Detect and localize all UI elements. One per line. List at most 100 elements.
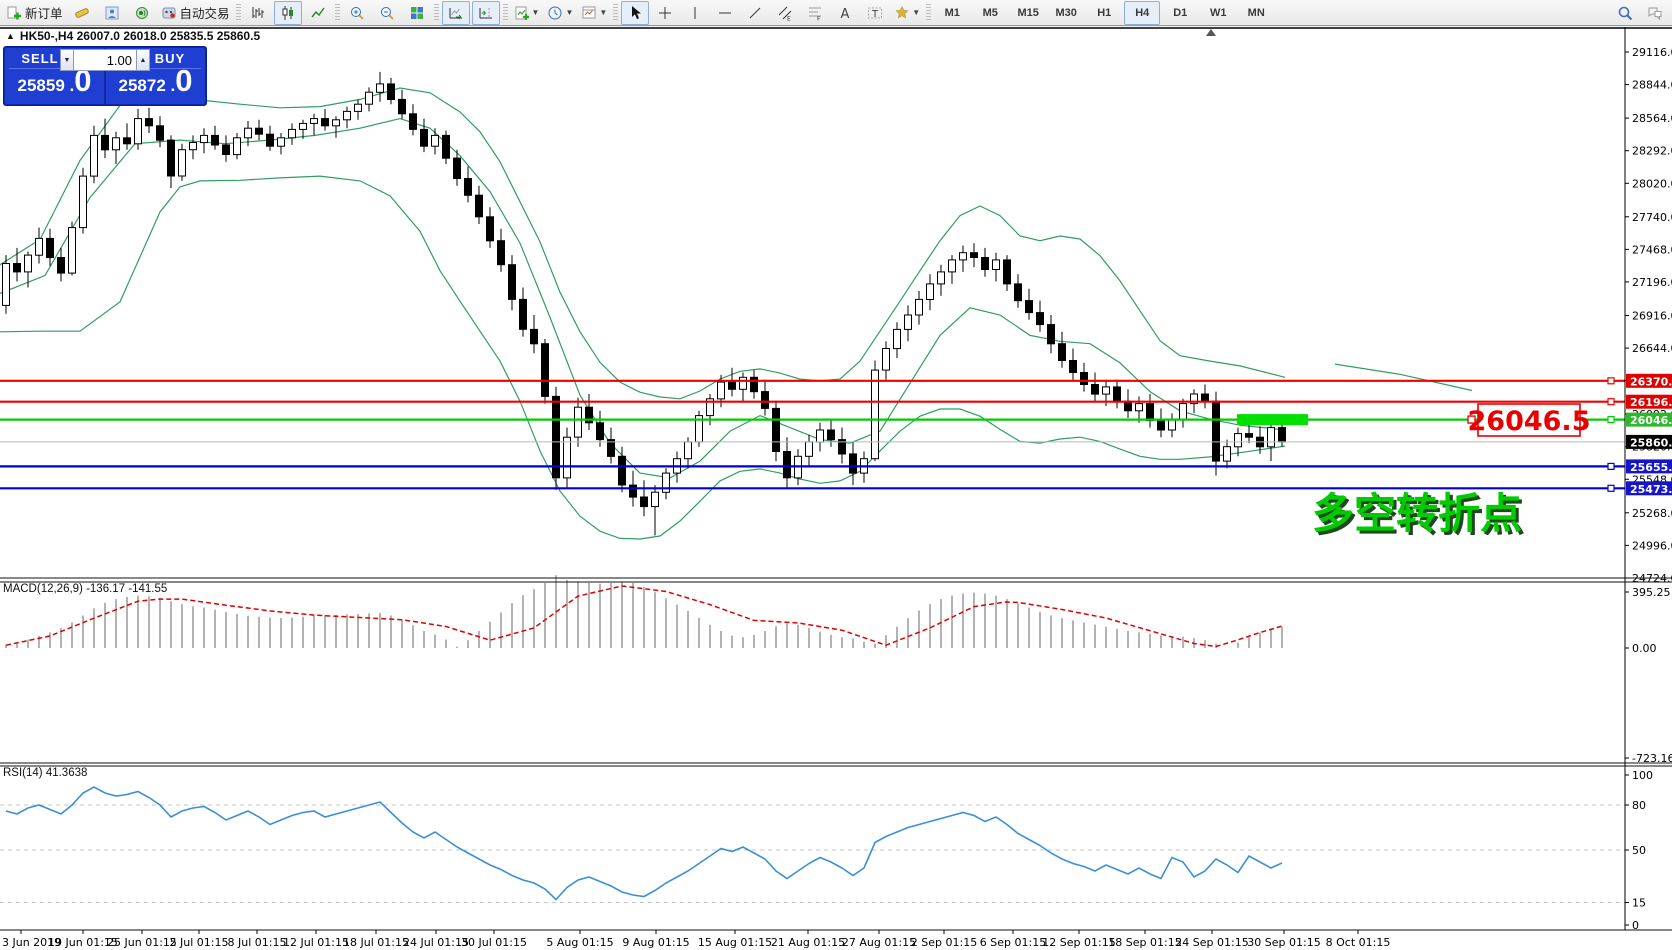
cursor-button[interactable]	[621, 1, 649, 25]
shapes-button[interactable]: ▼	[891, 1, 923, 25]
broadcast-button[interactable]	[128, 1, 156, 25]
chart-shift-button[interactable]	[472, 1, 500, 25]
zoom-out-button[interactable]	[373, 1, 401, 25]
rsi-line	[6, 787, 1282, 900]
bear-candle	[476, 195, 483, 217]
price-tick-label: 26644.0	[1632, 342, 1672, 355]
new-order-icon	[6, 5, 22, 21]
line-handle[interactable]	[1608, 378, 1614, 384]
channel-button[interactable]: E	[771, 1, 799, 25]
chart-shift-icon	[478, 5, 494, 21]
chevron-down-icon[interactable]: ▼	[565, 8, 573, 17]
timeframe-m15[interactable]: M15	[1010, 1, 1046, 25]
price-tick-label: 28844.0	[1632, 79, 1672, 92]
line-chart-button[interactable]	[304, 1, 332, 25]
profile-button[interactable]	[98, 1, 126, 25]
horizontal-line-button[interactable]	[711, 1, 739, 25]
crosshair-button[interactable]	[651, 1, 679, 25]
bull-candle	[91, 135, 98, 176]
text-button[interactable]: A	[831, 1, 859, 25]
indicators-button[interactable]: ▼	[511, 1, 543, 25]
volume-decrease-button[interactable]: ▼	[60, 49, 74, 71]
fibonacci-icon: F	[807, 5, 823, 21]
bear-candle	[784, 452, 791, 478]
line-handle[interactable]	[1608, 463, 1614, 469]
auto-scroll-button[interactable]	[442, 1, 470, 25]
bull-candle	[25, 255, 32, 272]
templates-button[interactable]: ▼	[578, 1, 610, 25]
bull-candle	[1180, 404, 1187, 420]
bear-candle	[597, 423, 604, 440]
bear-candle	[982, 258, 989, 270]
bull-candle	[905, 315, 912, 329]
new-order-button[interactable]: 新订单	[3, 1, 66, 25]
bear-candle	[47, 238, 54, 257]
tile-windows-icon	[409, 5, 425, 21]
bar-chart-button[interactable]	[244, 1, 272, 25]
timeframe-m1[interactable]: M1	[934, 1, 970, 25]
macd-tick-label: 395.25	[1632, 586, 1671, 599]
bull-candle	[652, 492, 659, 506]
chevron-down-icon[interactable]: ▼	[599, 8, 607, 17]
bear-candle	[1081, 373, 1088, 385]
line-handle[interactable]	[1608, 399, 1614, 405]
timeframe-h4[interactable]: H4	[1124, 1, 1160, 25]
chat-button[interactable]	[1641, 1, 1669, 25]
bull-candle	[1224, 447, 1231, 461]
periods-button[interactable]: ▼	[544, 1, 576, 25]
bull-candle	[685, 442, 692, 459]
cn-note-text[interactable]: 多空转折点	[1312, 489, 1522, 538]
candlestick-button[interactable]	[274, 1, 302, 25]
toolbar-separator	[613, 4, 618, 22]
price-tick-label: 24996.0	[1632, 539, 1672, 552]
marker-button[interactable]	[68, 1, 96, 25]
price-annotation-text[interactable]: 26046.5	[1468, 406, 1591, 437]
fibonacci-button[interactable]: F	[801, 1, 829, 25]
bull-candle	[355, 104, 362, 111]
search-button[interactable]	[1611, 1, 1639, 25]
label-button[interactable]: T	[861, 1, 889, 25]
bear-candle	[410, 114, 417, 130]
chart-title: ▲ HK50-,H4 26007.0 26018.0 25835.5 25860…	[6, 29, 260, 43]
chevron-down-icon[interactable]: ▼	[912, 8, 920, 17]
bear-candle	[1026, 301, 1033, 313]
timeframe-w1-label: W1	[1210, 7, 1227, 19]
line-handle[interactable]	[1608, 417, 1614, 423]
new-order-button-label: 新订单	[25, 3, 63, 22]
trendline-button[interactable]	[741, 1, 769, 25]
volume-input[interactable]	[74, 49, 136, 71]
bull-candle	[366, 92, 373, 104]
bull-candle	[432, 135, 439, 146]
time-tick-label: 27 Aug 01:15	[842, 936, 916, 949]
price-tick-label: 27196.0	[1632, 276, 1672, 289]
zoom-in-button[interactable]	[343, 1, 371, 25]
bear-candle	[454, 158, 461, 178]
bear-candle	[850, 454, 857, 473]
autotrading-button[interactable]: 自动交易	[158, 1, 233, 25]
macd-tick-label: -723.16	[1632, 752, 1672, 765]
timeframe-d1-label: D1	[1173, 7, 1187, 19]
candlestick-icon	[280, 5, 296, 21]
timeframe-d1[interactable]: D1	[1162, 1, 1198, 25]
collapse-arrow-icon[interactable]: ▲	[6, 31, 15, 41]
vertical-line-button[interactable]	[681, 1, 709, 25]
volume-increase-button[interactable]: ▲	[136, 49, 150, 71]
profile-icon	[104, 5, 120, 21]
bear-candle	[1158, 420, 1165, 430]
chevron-down-icon[interactable]: ▼	[532, 8, 540, 17]
bear-candle	[520, 299, 527, 329]
timeframe-w1[interactable]: W1	[1200, 1, 1236, 25]
tile-windows-button[interactable]	[403, 1, 431, 25]
bear-candle	[773, 408, 780, 451]
autotrading-button-label: 自动交易	[180, 3, 230, 22]
bollinger-middle-band	[0, 119, 1285, 478]
timeframe-m30[interactable]: M30	[1048, 1, 1084, 25]
main-toolbar: 新订单 自动交易 ▼ ▼ ▼ EFAT ▼ M1M5M15M30H1H4 D1 W1 MN	[0, 0, 1672, 26]
cursor-icon	[627, 5, 643, 21]
line-handle[interactable]	[1608, 485, 1614, 491]
crosshair-icon	[657, 5, 673, 21]
timeframe-m5[interactable]: M5	[972, 1, 1008, 25]
timeframe-mn[interactable]: MN	[1238, 1, 1274, 25]
timeframe-h1[interactable]: H1	[1086, 1, 1122, 25]
highlighted-trendline-segment[interactable]	[1237, 414, 1308, 425]
